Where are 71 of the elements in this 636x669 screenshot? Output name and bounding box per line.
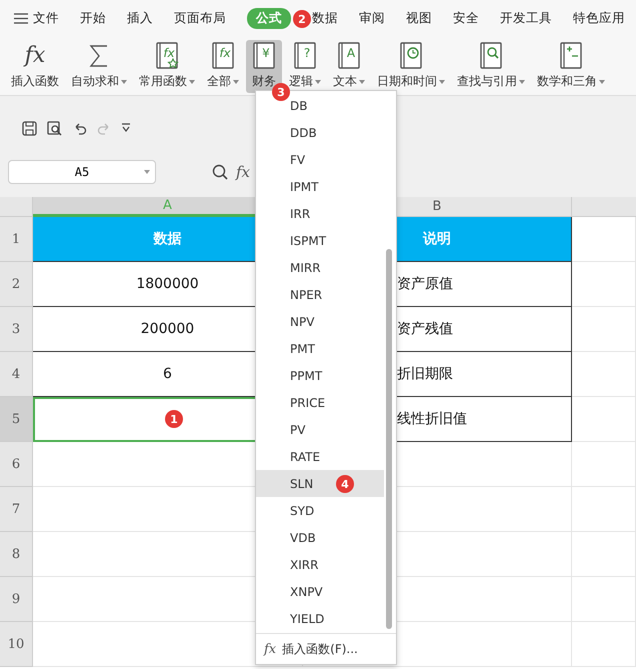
row-header[interactable]: 10 (0, 622, 33, 667)
book-icon: fx (210, 41, 236, 71)
table-cell (572, 442, 636, 487)
ribbon-button[interactable]: fx 全部 (202, 40, 244, 93)
menu-tab[interactable]: 插入 (127, 8, 153, 29)
menu-item[interactable]: XIRR (256, 551, 384, 578)
table-cell (572, 262, 636, 307)
row-header[interactable]: 3 (0, 307, 33, 352)
row-header[interactable]: 7 (0, 487, 33, 532)
book-icon: ¥ (251, 41, 277, 71)
search-book-icon (478, 41, 504, 71)
menu-tab[interactable]: 页面布局 (174, 8, 226, 29)
book-icon: fx (154, 41, 180, 71)
clock-book-icon (398, 41, 424, 71)
menu-item[interactable]: YIELD (256, 605, 384, 632)
ribbon-button[interactable]: 自动求和 (66, 40, 132, 93)
step-badge: 4 (336, 475, 354, 493)
table-cell (572, 487, 636, 532)
row-header[interactable]: 9 (0, 577, 33, 622)
function-icon: fx (24, 41, 46, 71)
print-preview-icon[interactable] (47, 120, 63, 136)
menu-item[interactable]: IPMT (256, 173, 384, 200)
name-box[interactable]: A5 (8, 160, 156, 184)
table-cell (572, 622, 636, 667)
row-header[interactable]: 6 (0, 442, 33, 487)
ribbon-button[interactable]: fx 插入函数 (6, 40, 64, 93)
step-badge: 2 (293, 10, 311, 28)
table-cell (572, 217, 636, 262)
undo-icon[interactable] (73, 121, 87, 135)
row-header[interactable]: 2 (0, 262, 33, 307)
menu-item[interactable]: SLN 4 (256, 470, 384, 497)
ribbon-button[interactable]: 查找与引用 (452, 40, 530, 93)
menu-tab[interactable]: 视图 (406, 8, 432, 29)
menu-tab[interactable]: 特色应用 (573, 8, 625, 29)
step-badge: 1 (165, 410, 183, 428)
ribbon-button[interactable]: A 文本 (328, 40, 370, 93)
save-icon[interactable] (22, 120, 37, 136)
row-header[interactable]: 5 (0, 397, 33, 442)
menu-item[interactable]: RATE (256, 443, 384, 470)
row-header[interactable]: 8 (0, 532, 33, 577)
insert-function-item[interactable]: fx 插入函数(F)... (256, 633, 396, 664)
menu-icon (14, 13, 28, 24)
menu-tab[interactable]: 安全 (453, 8, 479, 29)
zoom-icon[interactable] (212, 164, 228, 180)
ribbon-button[interactable]: 数学和三角 (532, 40, 610, 93)
menu-tab[interactable]: 文件 (14, 8, 59, 29)
scrollbar-thumb[interactable] (386, 249, 392, 629)
menu-item[interactable]: FV (256, 146, 384, 173)
row-header[interactable]: 4 (0, 352, 33, 397)
table-cell (572, 307, 636, 352)
menu-item[interactable]: SYD (256, 497, 384, 524)
menu-item[interactable]: XNPV (256, 578, 384, 605)
menu-tab[interactable]: 审阅 (359, 8, 385, 29)
book-icon: ? (292, 41, 318, 71)
ribbon-button[interactable]: 日期和时间 (372, 40, 450, 93)
math-book-icon (558, 41, 584, 71)
menu-tab[interactable]: 数据 (312, 8, 338, 29)
table-cell (572, 352, 636, 397)
caret-icon (144, 170, 150, 174)
menu-tab[interactable]: 开发工具 (500, 8, 552, 29)
table-cell (572, 397, 636, 442)
menu-tab[interactable]: 开始 (80, 8, 106, 29)
book-icon: A (336, 41, 362, 71)
table-cell (572, 577, 636, 622)
table-cell (572, 532, 636, 577)
menu-item[interactable]: VDB (256, 524, 384, 551)
customize-icon[interactable] (121, 123, 131, 133)
row-header[interactable]: 1 (0, 217, 33, 262)
menu-item[interactable]: DDB (256, 119, 384, 146)
function-label[interactable]: fx (236, 163, 250, 181)
ribbon-button[interactable]: fx 常用函数 (134, 40, 200, 93)
